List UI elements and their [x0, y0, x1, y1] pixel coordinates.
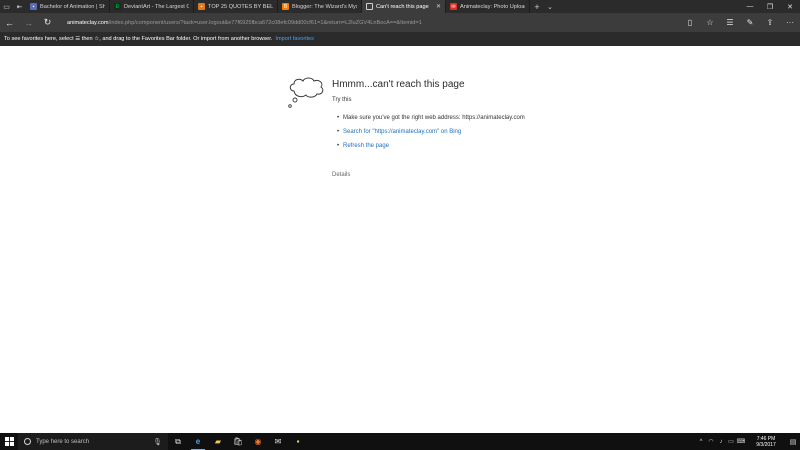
search-placeholder: Type here to search — [36, 438, 90, 445]
set-aside-tabs-icon[interactable]: ⇤ — [13, 0, 26, 13]
refresh-icon[interactable]: ↻ — [38, 13, 57, 32]
favorite-star-icon[interactable]: ☆ — [700, 18, 720, 27]
blogger-favicon-icon: B — [282, 3, 289, 10]
new-tab-icon[interactable]: + — [530, 0, 544, 13]
tab-title: Animateclay: Photo Upload — [460, 3, 525, 10]
tab-bela-lugosi-quotes[interactable]: ▪ TOP 25 QUOTES BY BELA LU — [194, 0, 278, 13]
task-view-icon[interactable]: ⧉ — [168, 433, 188, 450]
gmail-favicon-icon: ✉ — [450, 3, 457, 10]
tab-animateclay-photo-upload[interactable]: ✉ Animateclay: Photo Upload — [446, 0, 530, 13]
file-explorer-icon[interactable]: ▰ — [208, 433, 228, 450]
taskbar: Type here to search 🎙 ⧉ e ▰ 🛍 ◉ ✉ ▪ ^ ◠ … — [0, 433, 800, 450]
windows-logo-icon — [4, 437, 14, 446]
chevron-up-icon[interactable]: ^ — [696, 439, 706, 445]
chevron-down-icon[interactable]: ⌄ — [544, 0, 556, 13]
toolbar-right: ▯ ☆ ☰ ✎ ⇪ ··· — [680, 13, 800, 32]
deviantart-favicon-icon: Ɖ — [114, 3, 121, 10]
store-icon[interactable]: 🛍 — [228, 433, 248, 450]
volume-icon[interactable]: ♪ — [716, 439, 726, 445]
favorites-bar: To see favorites here, select ☰ then ☆, … — [0, 32, 800, 46]
suggestion-link-text[interactable]: Search for "https://animateclay.com" on … — [343, 129, 461, 135]
tab-title: Bachelor of Animation | She — [40, 3, 105, 10]
back-icon[interactable]: ← — [0, 13, 19, 32]
refresh-page-link[interactable]: Refresh the page — [337, 142, 538, 150]
url-host: animateclay.com — [67, 19, 109, 26]
share-icon[interactable]: ⇪ — [760, 18, 780, 27]
tab-title: DeviantArt - The Largest Or — [124, 3, 189, 10]
close-window-icon[interactable]: ✕ — [780, 0, 800, 13]
site-favicon-icon: ▪ — [30, 3, 37, 10]
tab-deviantart[interactable]: Ɖ DeviantArt - The Largest Or — [110, 0, 194, 13]
suggestion-list: Make sure you've got the right web addre… — [337, 114, 538, 156]
cortana-icon — [24, 438, 31, 445]
restore-icon[interactable]: ❐ — [760, 0, 780, 13]
tab-title: TOP 25 QUOTES BY BELA LU — [208, 3, 273, 10]
clock-date: 9/3/2017 — [756, 441, 776, 448]
taskbar-search-box[interactable]: Type here to search 🎙 — [18, 433, 168, 450]
forward-icon[interactable]: → — [19, 13, 38, 32]
keyboard-icon[interactable]: ⌨ — [736, 438, 746, 445]
mail-icon[interactable]: ✉ — [268, 433, 288, 450]
clock[interactable]: 7:46 PM 9/3/2017 — [746, 436, 786, 448]
start-button[interactable] — [0, 433, 18, 450]
network-icon[interactable]: ◠ — [706, 438, 716, 445]
page-content: Hmmm...can't reach this page Try this Ma… — [0, 46, 800, 433]
tab-preview-icon[interactable]: ▭ — [0, 0, 13, 13]
favorites-hint-text: To see favorites here, select ☰ then ☆, … — [4, 36, 273, 42]
window-controls: — ❐ ✕ — [740, 0, 800, 13]
more-icon[interactable]: ··· — [780, 18, 800, 27]
edge-browser-icon[interactable]: e — [188, 433, 208, 450]
blender-icon[interactable]: ◉ — [248, 433, 268, 450]
tab-blogger[interactable]: B Blogger: The Wizard's Mysti — [278, 0, 362, 13]
tab-title: Blogger: The Wizard's Mysti — [292, 3, 357, 10]
web-note-icon[interactable]: ✎ — [740, 18, 760, 27]
url-path: /index.php/component/users/?task=user.lo… — [108, 19, 422, 26]
suggestion-text: Make sure you've got the right web addre… — [343, 115, 525, 121]
page-favicon-icon — [366, 3, 373, 10]
tab-cant-reach-page[interactable]: Can't reach this page ✕ — [362, 0, 446, 13]
thought-cloud-icon — [288, 77, 324, 108]
site-favicon-icon: ▪ — [198, 3, 205, 10]
navigation-bar: ← → ↻ animateclay.com/index.php/componen… — [0, 13, 800, 32]
microphone-icon[interactable]: 🎙 — [153, 438, 162, 446]
tab-strip: ▭ ⇤ ▪ Bachelor of Animation | She Ɖ Devi… — [0, 0, 800, 13]
tab-title: Can't reach this page — [376, 3, 429, 10]
reading-view-icon[interactable]: ▯ — [680, 18, 700, 27]
hub-icon[interactable]: ☰ — [720, 18, 740, 27]
tab-bachelor-of-animation[interactable]: ▪ Bachelor of Animation | She — [26, 0, 110, 13]
minimize-icon[interactable]: — — [740, 0, 760, 13]
action-center-icon[interactable]: ▤ — [786, 438, 800, 446]
try-this-label: Try this — [332, 97, 352, 103]
sticky-notes-icon[interactable]: ▪ — [288, 433, 308, 450]
close-tab-icon[interactable]: ✕ — [436, 3, 441, 10]
battery-icon[interactable]: ▭ — [726, 438, 736, 445]
import-favorites-link[interactable]: Import favorites — [275, 36, 314, 42]
suggestion-link-text[interactable]: Refresh the page — [343, 143, 389, 149]
search-bing-link[interactable]: Search for "https://animateclay.com" on … — [337, 128, 538, 136]
address-input[interactable]: animateclay.com/index.php/component/user… — [67, 20, 667, 26]
suggestion-check-address: Make sure you've got the right web addre… — [337, 114, 538, 122]
details-toggle[interactable]: Details — [332, 172, 350, 178]
system-tray: ^ ◠ ♪ ▭ ⌨ 7:46 PM 9/3/2017 ▤ — [696, 433, 800, 450]
page-title: Hmmm...can't reach this page — [332, 79, 465, 90]
